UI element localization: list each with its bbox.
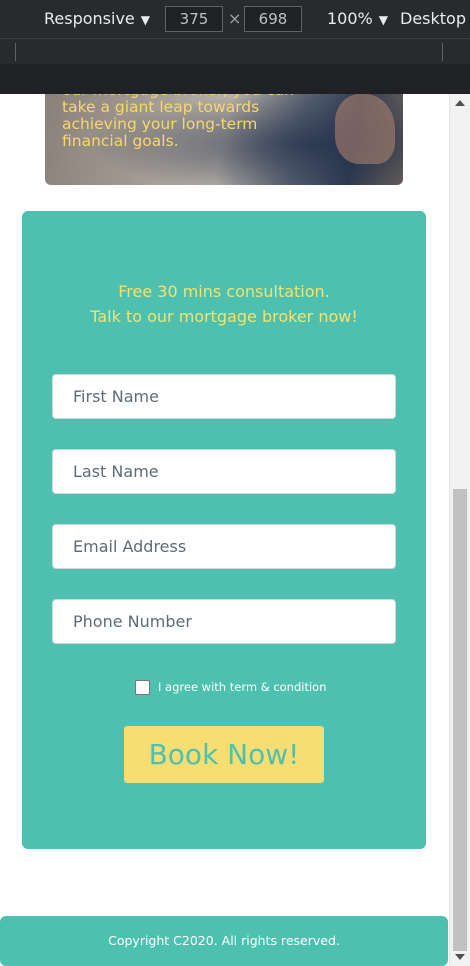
phone-field[interactable] <box>52 599 396 644</box>
device-mode-dropdown[interactable]: Responsive ▼ <box>44 9 150 28</box>
chevron-down-icon: ▼ <box>140 13 150 27</box>
ruler-tick <box>442 43 443 61</box>
scrollbar-thumb[interactable] <box>453 489 467 951</box>
form-intro-line1: Free 30 mins consultation. <box>118 282 330 301</box>
form-intro-line2: Talk to our mortgage broker now! <box>90 307 358 326</box>
scroll-up-arrow-icon[interactable] <box>455 100 465 106</box>
zoom-label: 100% <box>327 9 373 28</box>
devtools-ruler <box>0 38 470 64</box>
consultation-form: Free 30 mins consultation. Talk to our m… <box>22 211 426 849</box>
devtools-media-bar <box>0 64 470 94</box>
first-name-field[interactable] <box>52 374 396 419</box>
form-intro: Free 30 mins consultation. Talk to our m… <box>22 279 426 329</box>
book-now-button[interactable]: Book Now! <box>124 726 324 783</box>
devtools-device-toolbar: Responsive ▼ 375 × 698 100% ▼ Desktop <box>0 0 470 38</box>
copyright-text: Copyright C2020. All rights reserved. <box>108 933 340 948</box>
ruler-tick <box>15 43 16 61</box>
viewport-width-input[interactable]: 375 <box>165 6 223 32</box>
hero-image-hand <box>335 94 395 164</box>
device-type-label: Desktop <box>400 9 466 28</box>
email-field[interactable] <box>52 524 396 569</box>
page-scrollbar[interactable] <box>449 94 470 966</box>
page-viewport: our mortgage broker, you can take a gian… <box>0 94 449 966</box>
footer: Copyright C2020. All rights reserved. <box>0 916 448 966</box>
device-type-dropdown[interactable]: Desktop <box>400 9 466 28</box>
dimension-separator: × <box>228 9 242 28</box>
hero-text: our mortgage broker, you can take a gian… <box>62 94 294 150</box>
zoom-dropdown[interactable]: 100% ▼ <box>327 9 388 28</box>
agree-row: I agree with term & condition <box>135 678 327 696</box>
agree-checkbox[interactable] <box>135 679 150 695</box>
viewport-height-input[interactable]: 698 <box>244 6 302 32</box>
device-mode-label: Responsive <box>44 9 135 28</box>
scroll-down-arrow-icon[interactable] <box>455 954 465 960</box>
last-name-field[interactable] <box>52 449 396 494</box>
agree-label: I agree with term & condition <box>158 680 327 694</box>
chevron-down-icon: ▼ <box>378 13 388 27</box>
hero-image: our mortgage broker, you can take a gian… <box>45 94 403 185</box>
